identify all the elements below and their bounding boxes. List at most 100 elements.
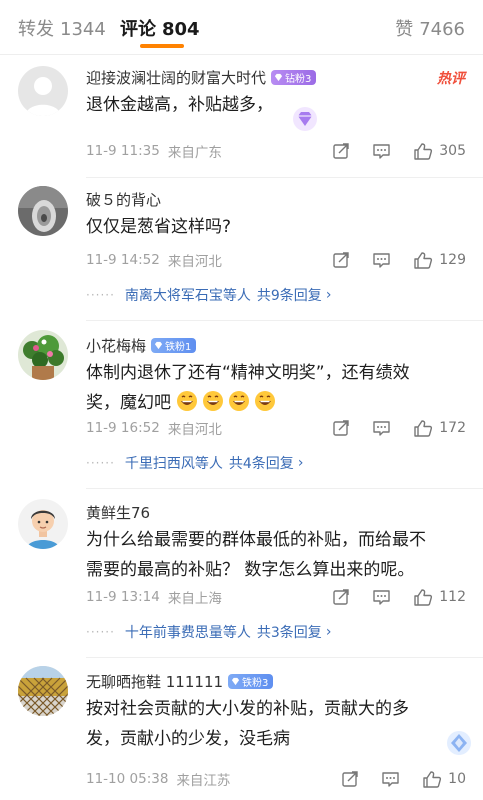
comment-time: 11-9 14:52 — [86, 252, 160, 268]
reply-button[interactable] — [372, 251, 391, 269]
thumb-up-icon — [414, 251, 433, 269]
comment-time: 11-9 16:52 — [86, 420, 160, 436]
comment-text-line: 体制内退休了还有“精神文明奖”，还有绩效 — [86, 363, 410, 383]
share-button[interactable] — [341, 770, 359, 788]
comment-text: 体制内退休了还有“精神文明奖”，还有绩效 奖，魔幻吧 — [86, 358, 466, 418]
like-button[interactable]: 129 — [413, 251, 466, 270]
comment-actions: 112 — [310, 585, 466, 609]
comment-text-line: 为什么给最需要的群体最低的补贴，而给最不 — [86, 530, 426, 550]
chevron-right-icon: › — [325, 287, 332, 303]
like-count: 305 — [439, 143, 466, 159]
comment-text: 按对社会贡献的大小发的补贴，贡献大的多 发，贡献小的少发，没毛病 — [86, 694, 466, 754]
reply-count: 共3条回复 — [256, 625, 322, 641]
grinning-face-emoji — [229, 391, 250, 411]
comment-time: 11-9 13:14 — [86, 589, 160, 605]
tab-like-count: 7466 — [419, 19, 465, 40]
comment-divider — [86, 488, 483, 489]
like-count: 10 — [448, 771, 466, 787]
username-row: 迎接波澜壮阔的财富大时代 钻粉3 — [86, 66, 317, 88]
username-row: 黄鲜生76 — [86, 501, 150, 523]
like-count: 129 — [439, 252, 466, 268]
active-tab-indicator — [140, 44, 184, 48]
chevron-right-icon: › — [297, 455, 304, 471]
comment-time: 11-10 05:38 — [86, 771, 169, 787]
reply-users: 千里扫西风等人 — [124, 456, 223, 472]
reply-count: 共4条回复 — [228, 456, 294, 472]
comment-text-line: 按对社会贡献的大小发的补贴，贡献大的多 — [86, 699, 409, 719]
comment-item: 破５的背心 仅仅是葱省这样吗? 11-9 14:52 来自河北 129 ····… — [0, 184, 483, 321]
replies-dots: ······ — [86, 625, 115, 639]
share-button[interactable] — [332, 142, 350, 160]
reply-button[interactable] — [372, 588, 391, 606]
reply-users: 十年前事费思量等人 — [124, 625, 251, 641]
share-icon — [333, 252, 349, 268]
username[interactable]: 小花梅梅 — [86, 335, 146, 356]
reply-count: 共9条回复 — [256, 288, 322, 304]
like-button[interactable]: 112 — [413, 588, 466, 607]
comment-divider — [86, 320, 483, 321]
fan-badge-label: 铁粉1 — [165, 341, 192, 353]
tab-like[interactable]: 赞 7466 — [395, 15, 465, 41]
comment-item: 小花梅梅 铁粉1 体制内退休了还有“精神文明奖”，还有绩效 奖，魔幻吧 11-9… — [0, 330, 483, 489]
comment-text-line: 发，贡献小的少发，没毛病 — [86, 729, 290, 749]
comment-time: 11-9 11:35 — [86, 143, 160, 159]
tab-repost-label: 转发 — [18, 19, 54, 40]
grinning-face-emoji — [177, 391, 198, 411]
avatar[interactable] — [18, 330, 68, 380]
comment-location: 来自河北 — [167, 254, 222, 270]
reply-button[interactable] — [372, 419, 391, 437]
comment-text: 退休金越高，补贴越多， — [86, 95, 273, 115]
comment-location: 来自广东 — [167, 145, 222, 161]
like-count: 172 — [439, 420, 466, 436]
fan-badge-label: 铁粉3 — [242, 677, 269, 689]
share-button[interactable] — [332, 419, 350, 437]
like-count: 112 — [439, 589, 466, 605]
view-replies-link[interactable]: ······ 千里扫西风等人 共4条回复 › — [86, 452, 303, 474]
reply-button[interactable] — [372, 142, 391, 160]
username[interactable]: 黄鲜生76 — [86, 502, 150, 523]
comment-item: 黄鲜生76 为什么给最需要的群体最低的补贴，而给最不 需要的最高的补贴？ 数字怎… — [0, 497, 483, 658]
share-icon — [333, 143, 349, 159]
tab-comment-label: 评论 — [120, 19, 156, 40]
avatar[interactable] — [18, 186, 68, 236]
view-replies-link[interactable]: ······ 南离大将军石宝等人 共9条回复 › — [86, 284, 331, 306]
avatar[interactable] — [18, 499, 68, 549]
share-button[interactable] — [332, 588, 350, 606]
fan-badge: 钻粉3 — [271, 69, 317, 85]
comment-actions: 305 — [310, 139, 466, 163]
username[interactable]: 迎接波澜壮阔的财富大时代 — [86, 67, 266, 88]
reply-button[interactable] — [381, 770, 400, 788]
comment-actions: 172 — [310, 416, 466, 440]
comment-icon — [382, 772, 399, 787]
comment-actions: 10 — [319, 767, 466, 791]
username[interactable]: 无聊晒拖鞋 111111 — [86, 671, 223, 692]
avatar[interactable] — [18, 66, 68, 116]
comment-meta: 11-9 14:52 来自河北 129 — [86, 248, 466, 272]
thumb-up-icon — [414, 588, 433, 606]
diamond-sticker-icon — [447, 731, 471, 755]
avatar[interactable] — [18, 666, 68, 716]
view-replies-link[interactable]: ······ 十年前事费思量等人 共3条回复 › — [86, 621, 331, 643]
tab-like-label: 赞 — [395, 19, 414, 40]
grinning-face-emoji — [255, 391, 276, 411]
comment-text-line: 需要的最高的补贴？ 数字怎么算出来的呢。 — [86, 560, 415, 580]
comment-meta: 11-10 05:38 来自江苏 10 — [86, 767, 466, 791]
share-icon — [342, 771, 358, 787]
comment-text-line-2: 奖，魔幻吧 — [86, 388, 466, 418]
tab-repost[interactable]: 转发 1344 — [18, 15, 106, 41]
comment-item: 无聊晒拖鞋 111111 铁粉3 按对社会贡献的大小发的补贴，贡献大的多 发，贡… — [0, 666, 483, 800]
comment-meta: 11-9 16:52 来自河北 172 — [86, 416, 466, 440]
comment-meta: 11-9 13:14 来自上海 112 — [86, 585, 466, 609]
like-button[interactable]: 305 — [413, 142, 466, 161]
thumb-up-icon — [414, 142, 433, 160]
comment-meta: 11-9 11:35 来自广东 305 — [86, 139, 466, 163]
username[interactable]: 破５的背心 — [86, 189, 161, 210]
tab-comment[interactable]: 评论 804 — [120, 15, 200, 41]
comment-icon — [373, 144, 390, 159]
comment-location: 来自上海 — [167, 591, 222, 607]
share-icon — [333, 420, 349, 436]
like-button[interactable]: 172 — [413, 419, 466, 438]
share-button[interactable] — [332, 251, 350, 269]
like-button[interactable]: 10 — [422, 770, 466, 789]
diamond-icon — [274, 73, 283, 81]
